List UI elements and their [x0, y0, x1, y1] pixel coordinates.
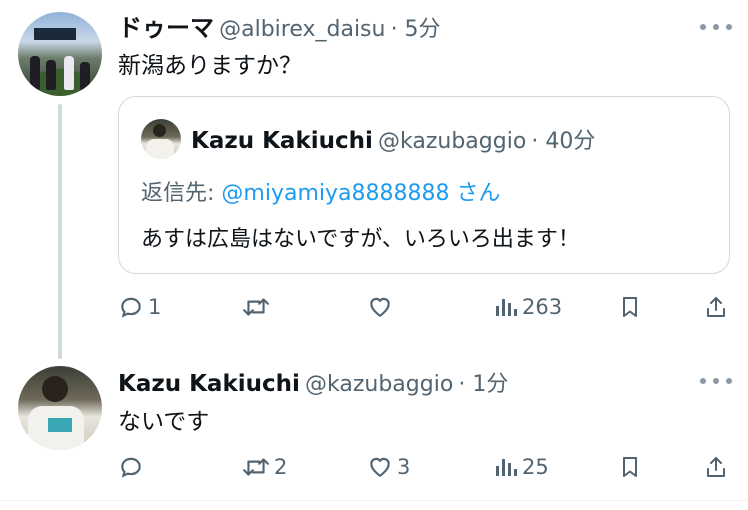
- bookmark-button[interactable]: [618, 454, 642, 480]
- views-count: 263: [522, 295, 563, 319]
- tweet-header: ドゥーマ @albirex_daisu · 5分: [118, 8, 441, 43]
- views-icon: [494, 454, 518, 480]
- heart-icon: [367, 294, 393, 320]
- user-handle[interactable]: @kazubaggio: [305, 372, 453, 397]
- tweet-text: ないです: [118, 409, 210, 435]
- avatar[interactable]: [18, 366, 102, 450]
- heart-icon: [367, 454, 393, 480]
- share-icon: [704, 294, 728, 320]
- reply-icon: [118, 454, 144, 480]
- quote-handle: @kazubaggio: [378, 129, 527, 154]
- retweet-icon: [242, 294, 270, 320]
- divider: [0, 500, 748, 501]
- reply-count: 1: [148, 295, 162, 319]
- like-button[interactable]: 3: [367, 454, 410, 480]
- timestamp[interactable]: · 1分: [458, 372, 508, 397]
- quoted-reply-card[interactable]: Kazu Kakiuchi @kazubaggio · 40分 返信先: @mi…: [118, 96, 730, 274]
- quote-header: Kazu Kakiuchi @kazubaggio · 40分: [191, 123, 595, 155]
- views-button[interactable]: 25: [494, 454, 549, 480]
- bookmark-button[interactable]: [618, 294, 642, 320]
- display-name[interactable]: Kazu Kakiuchi: [118, 371, 300, 397]
- quote-timestamp: · 40分: [531, 129, 596, 154]
- share-button[interactable]: [704, 454, 728, 480]
- quote-text: あすは広島はないですが、いろいろ出ます！: [141, 227, 580, 252]
- retweet-button[interactable]: [242, 294, 274, 320]
- display-name[interactable]: ドゥーマ: [118, 14, 214, 42]
- reply-icon: [118, 294, 144, 320]
- like-count: 3: [397, 455, 411, 479]
- views-icon: [494, 294, 518, 320]
- thread-line: [58, 104, 62, 359]
- reply-button[interactable]: 1: [118, 294, 161, 320]
- retweet-icon: [242, 454, 270, 480]
- reply-prefix: 返信先:: [141, 181, 222, 206]
- reply-button[interactable]: [118, 454, 148, 480]
- quote-display-name: Kazu Kakiuchi: [191, 128, 373, 154]
- views-button[interactable]: 263: [494, 294, 562, 320]
- reply-suffix: さん: [449, 181, 501, 206]
- more-icon[interactable]: [700, 376, 732, 386]
- user-handle[interactable]: @albirex_daisu: [219, 17, 385, 42]
- views-count: 25: [522, 455, 549, 479]
- quote-avatar: [141, 119, 181, 159]
- share-icon: [704, 454, 728, 480]
- bookmark-icon: [618, 294, 642, 320]
- tweet-header: Kazu Kakiuchi @kazubaggio · 1分: [118, 366, 508, 398]
- more-icon[interactable]: [700, 22, 732, 32]
- reply-context: 返信先: @miyamiya8888888 さん: [141, 175, 500, 207]
- avatar[interactable]: [18, 12, 102, 96]
- like-button[interactable]: [367, 294, 397, 320]
- retweet-count: 2: [274, 455, 288, 479]
- reply-mention[interactable]: @miyamiya8888888: [221, 181, 449, 206]
- retweet-button[interactable]: 2: [242, 454, 287, 480]
- timestamp[interactable]: · 5分: [391, 17, 441, 42]
- tweet-text: 新潟ありますか？: [118, 53, 302, 79]
- bookmark-icon: [618, 454, 642, 480]
- share-button[interactable]: [704, 294, 728, 320]
